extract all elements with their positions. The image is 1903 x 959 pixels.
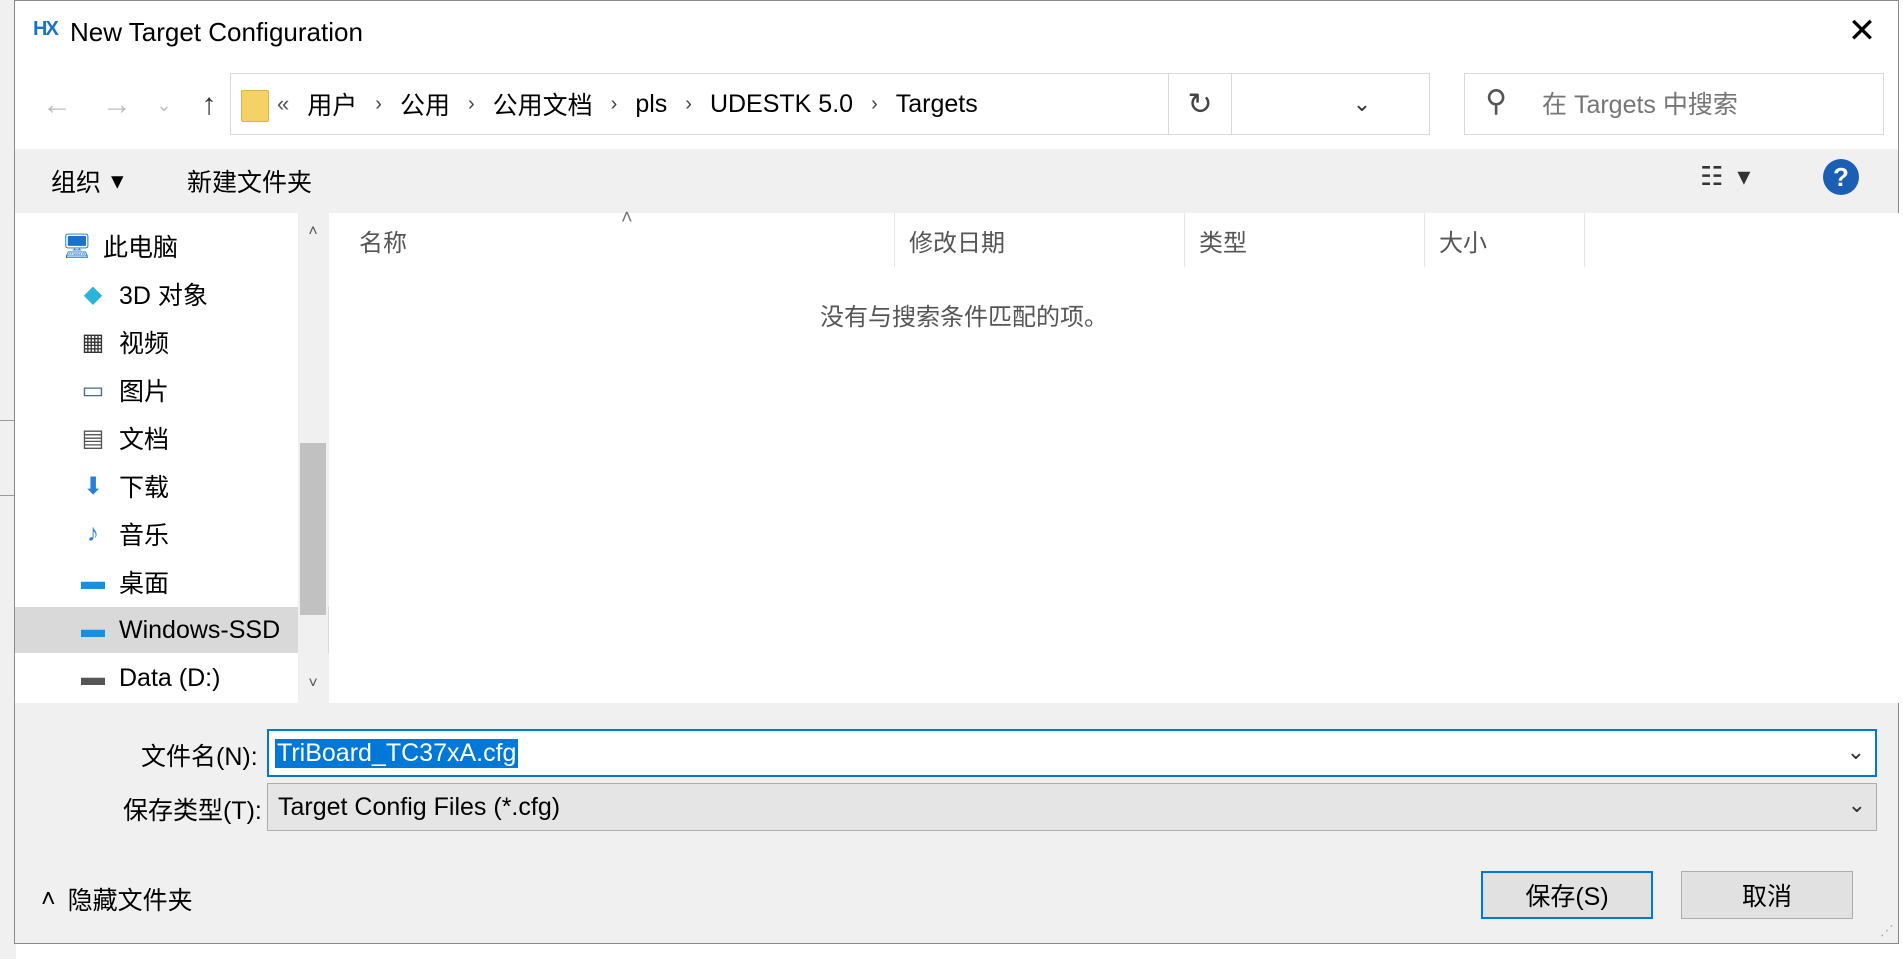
music-icon: ♪	[87, 520, 99, 547]
drive-c-icon: ▬	[81, 616, 105, 643]
sidebar-item-label: 下载	[119, 474, 170, 502]
filename-field[interactable]: TriBoard_TC37xA.cfg ⌄	[267, 729, 1877, 777]
sidebar-item-label: Windows-SSD	[119, 615, 281, 644]
navigation-bar: ← → ⌄ ↑ « 用户 › 公用 › 公用文档 › pls › UDESTK …	[15, 63, 1898, 149]
refresh-button[interactable]: ↻	[1168, 73, 1232, 135]
search-box[interactable]: ⚲	[1464, 73, 1884, 136]
breadcrumb-item-current[interactable]: Targets	[884, 90, 990, 119]
sidebar-item-label: 桌面	[119, 570, 170, 598]
chevron-right-icon[interactable]: ›	[865, 93, 884, 116]
breadcrumb-overflow[interactable]: «	[277, 91, 295, 117]
sidebar-item-this-pc[interactable]: 🖥 此电脑	[15, 223, 339, 269]
sidebar-item-label: 此电脑	[103, 234, 179, 262]
breadcrumb-item[interactable]: 公用文档	[481, 86, 605, 122]
filename-input-value[interactable]: TriBoard_TC37xA.cfg	[275, 738, 519, 768]
chevron-right-icon[interactable]: ›	[679, 93, 698, 116]
chevron-down-icon[interactable]: ⌄	[1847, 739, 1865, 765]
scroll-down-icon[interactable]: ˅	[298, 669, 328, 699]
navigation-pane: 🖥 此电脑 ◆ 3D 对象 ▦ 视频 ▭ 图片 ▤ 文档 ⬇ 下载 ♪ 音乐 ▬…	[15, 213, 355, 703]
organize-button[interactable]: 组织 ▾	[51, 163, 124, 199]
filetype-label: 保存类型(T):	[123, 797, 262, 825]
sidebar-item-label: 3D 对象	[119, 282, 208, 310]
view-details-icon: ☷	[1700, 161, 1724, 191]
background-divider	[0, 495, 14, 496]
up-button[interactable]: ↑	[187, 83, 231, 127]
downloads-icon: ⬇	[82, 472, 104, 500]
breadcrumb-item[interactable]: 公用	[388, 86, 462, 122]
hide-folders-label: 隐藏文件夹	[67, 887, 193, 915]
command-bar: 组织 ▾ 新建文件夹 ☷ ▾ ?	[15, 149, 1898, 213]
drive-d-icon: ▬	[81, 664, 105, 691]
video-icon: ▦	[81, 328, 105, 356]
sidebar-item-label: 音乐	[119, 522, 170, 550]
chevron-right-icon[interactable]: ›	[369, 93, 388, 116]
filename-label: 文件名(N):	[141, 743, 258, 771]
filetype-value: Target Config Files (*.cfg)	[278, 792, 561, 821]
caret-down-icon: ▾	[111, 167, 124, 195]
empty-results-message: 没有与搜索条件匹配的项。	[820, 304, 1108, 331]
breadcrumb-item[interactable]: UDESTK 5.0	[698, 90, 865, 119]
sidebar-item-label: Data (D:)	[119, 663, 221, 692]
chevron-right-icon[interactable]: ›	[605, 93, 624, 116]
close-button[interactable]: ✕	[1826, 1, 1898, 61]
address-bar[interactable]: « 用户 › 公用 › 公用文档 › pls › UDESTK 5.0 › Ta…	[230, 73, 1430, 135]
breadcrumb-item[interactable]: pls	[623, 90, 679, 119]
sidebar-item-label: 文档	[119, 426, 170, 454]
filetype-select[interactable]: Target Config Files (*.cfg) ⌄	[267, 783, 1877, 831]
chevron-down-icon[interactable]: ⌄	[1848, 792, 1866, 818]
breadcrumb: « 用户 › 公用 › 公用文档 › pls › UDESTK 5.0 › Ta…	[277, 74, 990, 134]
new-folder-button[interactable]: 新建文件夹	[187, 163, 312, 199]
chevron-up-icon: ˄	[41, 884, 56, 913]
nav-scrollbar[interactable]: ˄ ˅	[298, 213, 328, 703]
pc-icon: 🖥	[61, 232, 93, 260]
window-title: New Target Configuration	[70, 17, 363, 47]
pictures-icon: ▭	[81, 376, 105, 404]
scrollbar-thumb[interactable]	[300, 443, 326, 615]
cancel-button[interactable]: 取消	[1681, 871, 1853, 919]
search-icon: ⚲	[1485, 85, 1507, 118]
column-header-size[interactable]: 大小	[1425, 213, 1585, 267]
sidebar-item-label: 图片	[119, 378, 170, 406]
sort-ascending-icon: ˄	[621, 207, 633, 229]
save-button[interactable]: 保存(S)	[1481, 871, 1653, 919]
column-header-label: 名称	[359, 229, 407, 257]
chevron-right-icon[interactable]: ›	[462, 93, 481, 116]
documents-icon: ▤	[81, 424, 105, 452]
column-header-type[interactable]: 类型	[1185, 213, 1425, 267]
save-dialog: HX New Target Configuration ✕ ← → ⌄ ↑ « …	[14, 0, 1899, 944]
background-divider	[0, 420, 14, 421]
desktop-icon: ▬	[81, 568, 105, 595]
breadcrumb-item[interactable]: 用户	[295, 86, 369, 122]
sidebar-item-label: 视频	[119, 330, 170, 358]
view-options-button[interactable]: ☷ ▾	[1700, 161, 1750, 192]
forward-button[interactable]: →	[95, 83, 139, 127]
help-icon[interactable]: ?	[1823, 159, 1859, 195]
app-logo-icon: HX	[33, 18, 59, 40]
file-list: 名称 ˄ 修改日期 类型 大小 没有与搜索条件匹配的项。	[329, 207, 1899, 703]
column-header-name[interactable]: 名称 ˄	[329, 207, 895, 267]
scroll-up-icon[interactable]: ˄	[298, 217, 328, 247]
back-button[interactable]: ←	[35, 83, 79, 127]
organize-label: 组织	[51, 169, 102, 197]
column-header-date-modified[interactable]: 修改日期	[895, 213, 1185, 267]
resize-grip-icon[interactable]: ⋰	[1880, 922, 1894, 939]
title-bar: HX New Target Configuration ✕	[15, 1, 1898, 63]
3d-objects-icon: ◆	[83, 280, 103, 308]
search-input[interactable]	[1540, 74, 1874, 136]
hide-folders-button[interactable]: ˄ 隐藏文件夹	[41, 881, 193, 917]
caret-down-icon: ▾	[1737, 161, 1751, 191]
chevron-down-icon[interactable]: ⌄	[1339, 74, 1385, 134]
recent-locations-button[interactable]: ⌄	[149, 83, 179, 127]
folder-icon	[241, 90, 269, 122]
